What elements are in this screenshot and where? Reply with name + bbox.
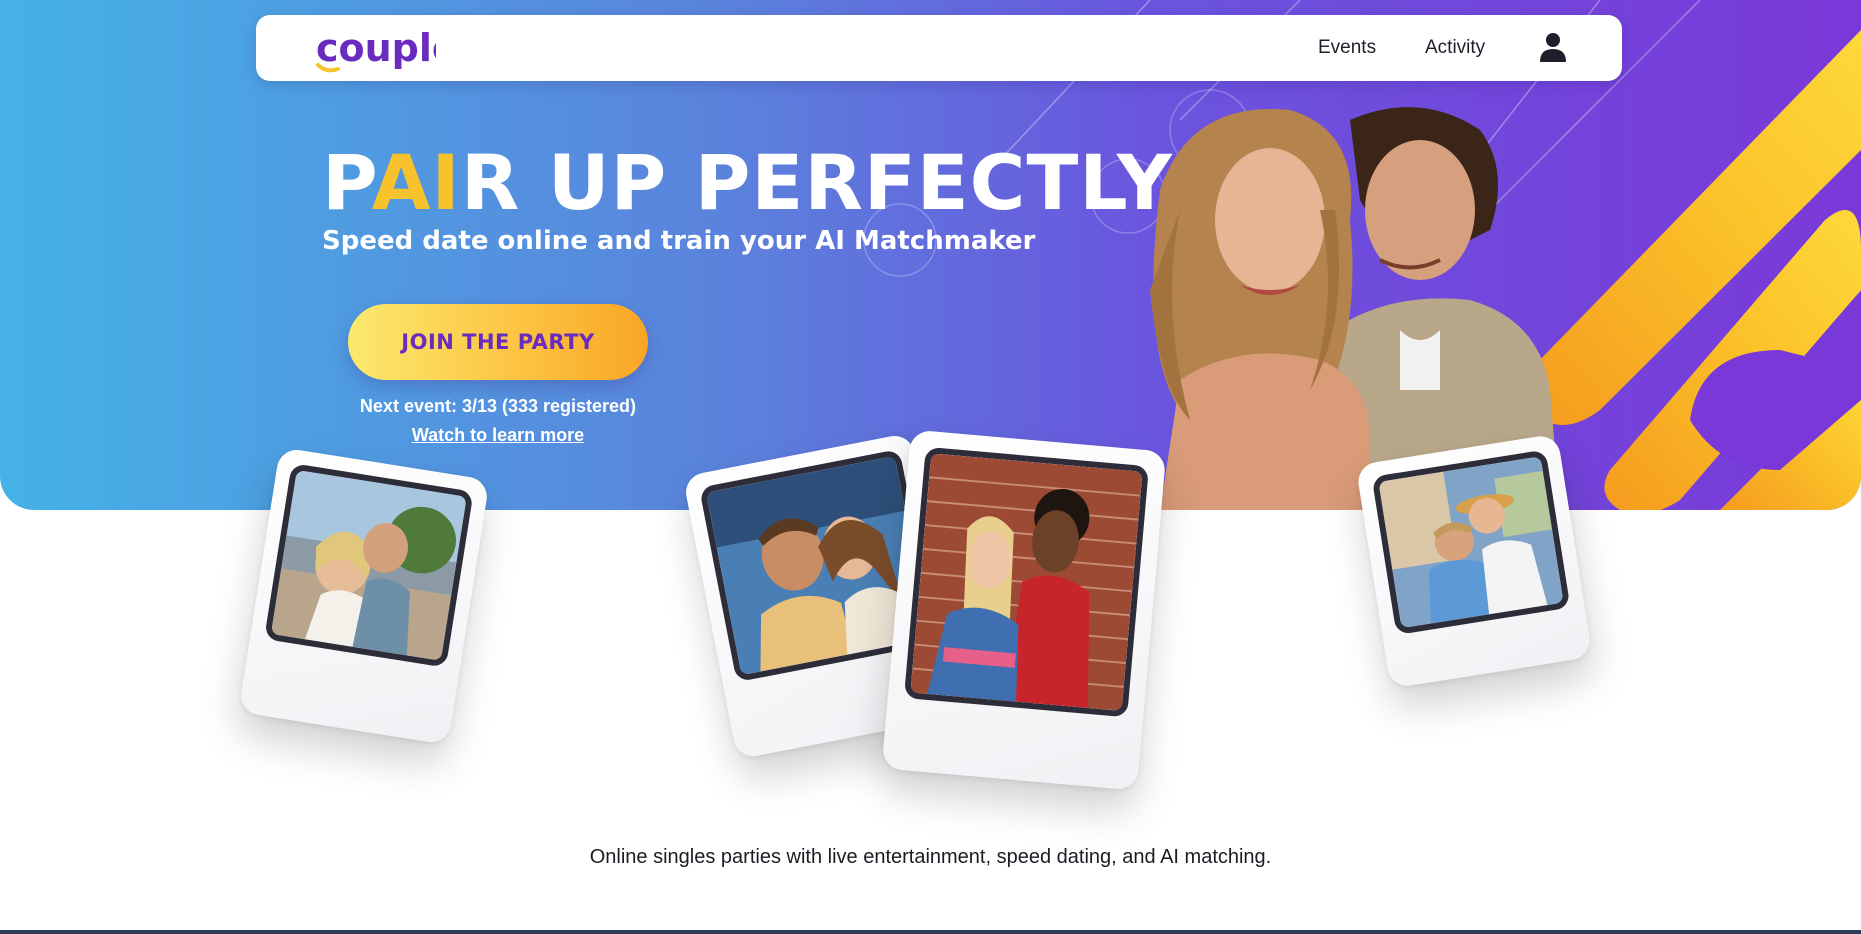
next-event-info: Next event: 3/13 (333 registered) (359, 396, 637, 416)
user-icon[interactable] (1538, 32, 1568, 64)
join-party-button[interactable]: JOIN THE PARTY (348, 304, 648, 380)
photo-card (238, 447, 490, 745)
section-divider (0, 930, 1861, 934)
headline-ai: AI (371, 138, 461, 227)
nav-activity-link[interactable]: Activity (1425, 37, 1485, 59)
headline-rest: R UP PERFECTLY (460, 138, 1173, 227)
hero-subheadline: Speed date online and train your AI Matc… (322, 226, 1036, 256)
nav-events-link[interactable]: Events (1318, 37, 1376, 59)
couple-photo (264, 463, 474, 668)
couple-photo (1371, 449, 1571, 636)
couple-logo[interactable]: couple (312, 25, 436, 73)
hero-headline: PAIR UP PERFECTLY (322, 138, 1173, 228)
couple-photo (903, 446, 1149, 718)
photo-card (881, 429, 1167, 791)
logo-text: couple (316, 26, 436, 70)
headline-p: P (322, 138, 372, 227)
page-tagline: Online singles parties with live enterta… (589, 846, 1272, 868)
top-navbar: couple Events Activity (256, 15, 1622, 81)
photo-card (1355, 433, 1593, 689)
watch-learn-more-link[interactable]: Watch to learn more (348, 425, 648, 446)
